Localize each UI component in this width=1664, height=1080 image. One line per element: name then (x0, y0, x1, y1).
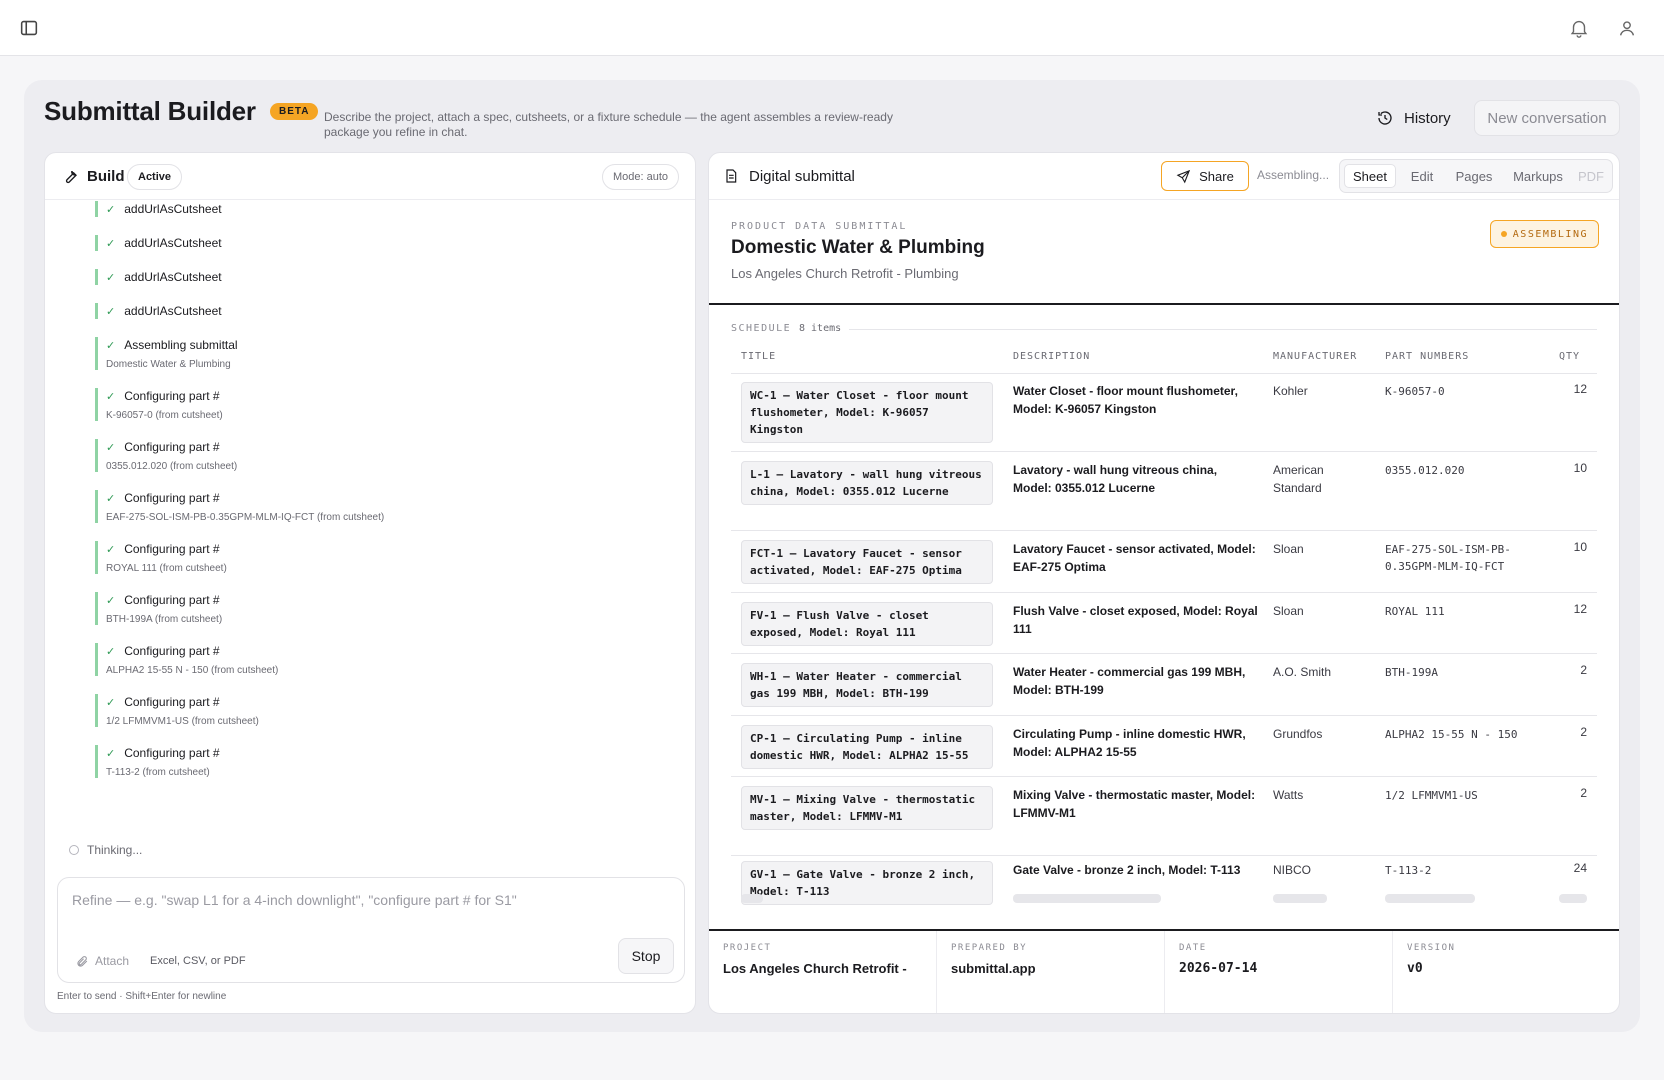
build-step: ✓ Configuring part # EAF-275-SOL-ISM-PB-0.… (95, 490, 384, 523)
build-status-badge: Active (127, 164, 183, 190)
submittal-header: Digital submittal Share Assembling... Sh… (709, 153, 1619, 200)
bell-icon[interactable] (1568, 17, 1590, 39)
footer-version: VERSION v0 (1407, 943, 1456, 976)
build-step: ✓ addUrlAsCutsheet (95, 303, 222, 319)
spinner-icon (69, 845, 79, 855)
submittal-panel: Digital submittal Share Assembling... Sh… (708, 152, 1620, 1014)
status-badge: ASSEMBLING (1489, 220, 1599, 248)
table-row[interactable]: FV-1 — Flush Valve - closet exposed, Mod… (731, 593, 1597, 654)
build-panel: Build Active Mode: auto ✓ addUrlAsCutshee… (44, 152, 696, 1014)
column-header-description: DESCRIPTION (1013, 351, 1091, 362)
check-icon: ✓ (106, 492, 116, 505)
check-icon: ✓ (106, 271, 116, 284)
tab-pdf[interactable]: PDF (1572, 164, 1610, 188)
tab-pages[interactable]: Pages (1446, 164, 1502, 188)
submittal-eyebrow: PRODUCT DATA SUBMITTAL (731, 221, 908, 232)
attach-button[interactable]: Attach (76, 954, 129, 968)
column-header-title: TITLE (741, 351, 777, 362)
page-subtitle: Describe the project, attach a spec, cut… (324, 110, 893, 139)
stop-button[interactable]: Stop (618, 938, 674, 974)
check-icon: ✓ (106, 696, 116, 709)
table-row[interactable]: GV-1 — Gate Valve - bronze 2 inch, Model… (731, 856, 1597, 905)
beta-badge: BETA (270, 103, 319, 120)
column-header-qty: QTY (1559, 351, 1581, 362)
new-conversation-button[interactable]: New conversation (1474, 100, 1620, 136)
send-icon (1176, 169, 1191, 183)
file-types-hint: Excel, CSV, or PDF (150, 955, 246, 967)
build-header: Build Active Mode: auto (45, 153, 695, 200)
check-icon: ✓ (106, 305, 116, 318)
tab-edit[interactable]: Edit (1400, 164, 1444, 188)
check-icon: ✓ (106, 543, 116, 556)
build-step: ✓ addUrlAsCutsheet (95, 235, 222, 251)
build-step: ✓ Configuring part # ROYAL 111 (from cutsh… (95, 541, 227, 574)
mode-selector[interactable]: Mode: auto (601, 164, 679, 190)
schedule-divider (849, 329, 1597, 330)
check-icon: ✓ (106, 594, 116, 607)
history-button[interactable]: History (1370, 100, 1457, 136)
status-dot-icon (1500, 231, 1507, 237)
table-row[interactable]: FCT-1 — Lavatory Faucet - sensor activat… (731, 531, 1597, 593)
skeleton-placeholder (1273, 894, 1327, 903)
assembling-status: Assembling... (1257, 168, 1330, 182)
table-row[interactable]: WH-1 — Water Heater - commercial gas 199… (731, 654, 1597, 716)
chat-composer: Refine — e.g. "swap L1 for a 4-inch down… (57, 877, 685, 983)
footer-project: PROJECT Los Angeles Church Retrofit - (709, 931, 937, 1013)
page-title: Submittal Builder (44, 96, 256, 126)
document-icon (726, 169, 737, 183)
table-row[interactable]: WC-1 — Water Closet - floor mount flusho… (731, 374, 1597, 452)
build-step: ✓ addUrlAsCutsheet (95, 201, 222, 217)
submittal-title: Domestic Water & Plumbing (731, 237, 985, 258)
view-tabs: Sheet Edit Pages Markups PDF (1339, 159, 1613, 193)
build-step: ✓ Configuring part # ALPHA2 15-55 N - 150 … (95, 643, 278, 676)
build-step: ✓ Configuring part #0355.012.020 (from cu… (95, 439, 237, 472)
table-row[interactable]: CP-1 — Circulating Pump - inline domesti… (731, 716, 1597, 777)
paperclip-icon (77, 955, 88, 967)
build-step: ✓ Configuring part # K-96057-0 (from cutsh… (95, 388, 223, 421)
keyboard-hint: Enter to send · Shift+Enter for newline (57, 991, 227, 1002)
column-header-part-numbers: PART NUMBERS (1385, 351, 1470, 362)
submittal-subtitle: Los Angeles Church Retrofit - Plumbing (731, 266, 959, 281)
thinking-indicator: Thinking... (69, 843, 142, 857)
user-icon[interactable] (1616, 17, 1638, 39)
build-step: ✓ Configuring part # T-113-2 (from cutshee… (95, 745, 220, 778)
footer-prepared-by: PREPARED BY submittal.app (937, 931, 1165, 1013)
build-step: ✓ addUrlAsCutsheet (95, 269, 222, 285)
check-icon: ✓ (106, 203, 116, 216)
check-icon: ✓ (106, 339, 116, 352)
build-step: ✓ Configuring part # BTH-199A (from cutshe… (95, 592, 222, 625)
tab-sheet[interactable]: Sheet (1344, 164, 1396, 188)
wrench-icon (65, 170, 77, 184)
build-title: Build (87, 168, 125, 185)
skeleton-placeholder (1013, 894, 1161, 903)
check-icon: ✓ (106, 747, 116, 760)
history-label: History (1404, 109, 1451, 127)
skeleton-placeholder (1559, 894, 1587, 903)
build-step: ✓ Assembling submittal Domestic Water & Pl… (95, 337, 238, 370)
tab-markups[interactable]: Markups (1504, 164, 1572, 188)
footer-date: DATE 2026-07-14 (1165, 931, 1393, 1013)
check-icon: ✓ (106, 237, 116, 250)
build-steps-list[interactable]: ✓ addUrlAsCutsheet ✓ addUrlAsCutsheet ✓ add… (45, 201, 695, 861)
skeleton-placeholder (1385, 894, 1475, 903)
skeleton-placeholder (741, 894, 763, 903)
table-row[interactable]: MV-1 — Mixing Valve - thermostatic maste… (731, 777, 1597, 856)
check-icon: ✓ (106, 390, 116, 403)
share-button[interactable]: Share (1161, 161, 1249, 191)
top-bar (0, 0, 1664, 56)
check-icon: ✓ (106, 645, 116, 658)
check-icon: ✓ (106, 441, 116, 454)
column-header-manufacturer: MANUFACTURER (1273, 351, 1358, 362)
schedule-count: 8 items (799, 323, 842, 334)
header-divider (709, 303, 1619, 305)
build-step: ✓ Configuring part #1/2 LFMMVM1-US (from … (95, 694, 259, 727)
schedule-label: SCHEDULE (731, 323, 792, 334)
submittal-panel-title: Digital submittal (749, 168, 855, 185)
sidebar-toggle-icon[interactable] (18, 17, 40, 39)
history-icon (1378, 111, 1392, 125)
table-row[interactable]: L-1 — Lavatory - wall hung vitreous chin… (731, 452, 1597, 531)
refine-input[interactable]: Refine — e.g. "swap L1 for a 4-inch down… (72, 892, 517, 908)
